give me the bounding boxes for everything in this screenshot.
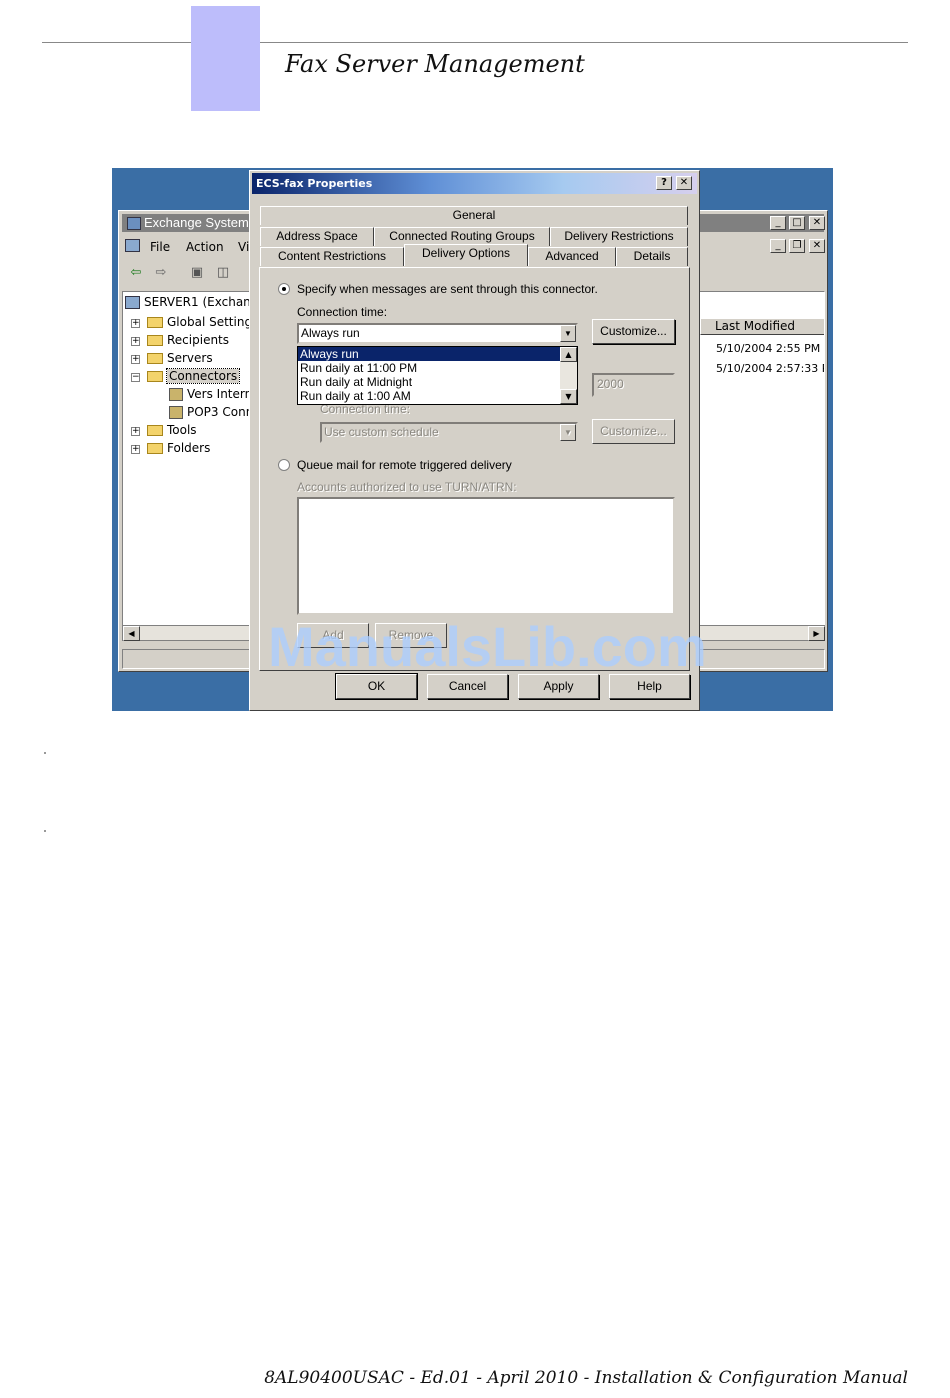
custom-schedule-select[interactable]: Use custom schedule ▼	[320, 422, 578, 443]
tree-item-servers[interactable]: Servers	[147, 350, 213, 366]
tab-address-space[interactable]: Address Space	[260, 227, 374, 246]
connection-time-label: Connection time:	[297, 305, 388, 319]
column-header-last-modified[interactable]: Last Modified	[700, 318, 824, 335]
expand-icon[interactable]: +	[131, 319, 140, 328]
dropdown-option[interactable]: Run daily at Midnight	[298, 375, 560, 389]
collapse-icon[interactable]: −	[131, 373, 140, 382]
scroll-left-icon[interactable]: ◀	[123, 626, 140, 641]
dropdown-option[interactable]: Run daily at 11:00 PM	[298, 361, 560, 375]
back-arrow-icon[interactable]: ⇦	[127, 265, 145, 281]
connection-time-select[interactable]: Always run ▼	[297, 323, 578, 344]
scroll-up-icon[interactable]: ▲	[560, 347, 577, 362]
tab-delivery-restrictions[interactable]: Delivery Restrictions	[550, 227, 688, 246]
tab-delivery-options[interactable]: Delivery Options	[404, 244, 528, 266]
tree-item-connectors[interactable]: Connectors	[147, 368, 241, 384]
folder-icon	[147, 353, 163, 364]
radio-queue-label: Queue mail for remote triggered delivery	[297, 458, 512, 472]
tree-item-global-settings[interactable]: Global Settings	[147, 314, 251, 330]
watermark: ManualsLib.com	[268, 615, 707, 678]
header-color-block	[191, 6, 260, 111]
connector-icon	[169, 388, 183, 401]
folder-icon	[147, 443, 163, 454]
show-hide-tree-icon[interactable]: ◫	[214, 265, 232, 281]
scroll-right-icon[interactable]: ▶	[808, 626, 825, 641]
dropdown-scrollbar[interactable]: ▲ ▼	[560, 347, 577, 404]
folder-icon	[147, 335, 163, 346]
tree-item-connector-2[interactable]: POP3 Conn	[169, 404, 251, 420]
server-icon	[125, 296, 140, 309]
dropdown-arrow-icon[interactable]: ▼	[560, 325, 576, 342]
forward-arrow-icon[interactable]: ⇨	[152, 265, 170, 281]
tab-advanced[interactable]: Advanced	[528, 247, 616, 266]
tree-item-tools[interactable]: Tools	[147, 422, 197, 438]
child-close-icon[interactable]: ✕	[809, 239, 825, 253]
page-footer: 8AL90400USAC - Ed.01 - April 2010 - Inst…	[264, 1368, 908, 1388]
close-icon[interactable]: ✕	[809, 216, 825, 230]
connection-time-dropdown-list: Always run Run daily at 11:00 PM Run dai…	[297, 346, 578, 405]
connector-icon	[169, 406, 183, 419]
customize-button[interactable]: Customize...	[592, 319, 675, 344]
details-list: Last Modified 5/10/2004 2:55 PM 5/10/200…	[699, 291, 825, 635]
header-rule	[42, 42, 908, 43]
dropdown-option[interactable]: Run daily at 1:00 AM	[298, 389, 560, 403]
up-folder-icon[interactable]: ▣	[188, 265, 206, 281]
open-folder-icon	[147, 371, 163, 382]
menu-file[interactable]: File	[150, 240, 170, 254]
accounts-label: Accounts authorized to use TURN/ATRN:	[297, 480, 517, 494]
tab-details[interactable]: Details	[616, 247, 688, 266]
radio-specify-label: Specify when messages are sent through t…	[297, 282, 598, 296]
menu-action[interactable]: Action	[186, 240, 224, 254]
child-restore-icon[interactable]: ❐	[789, 239, 805, 253]
accounts-listbox[interactable]	[297, 497, 675, 615]
page-dot	[44, 830, 46, 832]
minimize-icon[interactable]: _	[770, 216, 786, 230]
scroll-down-icon[interactable]: ▼	[560, 389, 577, 404]
console-tree: SERVER1 (Exchang + Global Settings + Rec…	[122, 291, 252, 635]
dropdown-option[interactable]: Always run	[298, 347, 560, 361]
console-icon	[125, 239, 140, 252]
expand-icon[interactable]: +	[131, 427, 140, 436]
help-icon[interactable]: ?	[656, 176, 672, 190]
page-title: Fax Server Management	[285, 50, 585, 78]
dropdown-arrow-icon[interactable]: ▼	[560, 424, 576, 441]
exchange-app-icon	[127, 217, 141, 230]
child-minimize-icon[interactable]: _	[770, 239, 786, 253]
size-limit-field[interactable]: 2000	[592, 373, 675, 397]
folder-icon	[147, 425, 163, 436]
menu-view[interactable]: Vi	[238, 240, 249, 254]
radio-queue-mail[interactable]	[278, 459, 290, 471]
list-item[interactable]: 5/10/2004 2:57:33 P	[716, 362, 824, 375]
tree-item-recipients[interactable]: Recipients	[147, 332, 229, 348]
radio-specify-schedule[interactable]	[278, 283, 290, 295]
mmc-title: Exchange System	[144, 215, 249, 230]
maximize-icon[interactable]: □	[789, 216, 805, 230]
tab-general[interactable]: General	[260, 206, 688, 225]
page-dot	[44, 752, 46, 754]
dialog-close-icon[interactable]: ✕	[676, 176, 692, 190]
expand-icon[interactable]: +	[131, 355, 140, 364]
tree-item-folders[interactable]: Folders	[147, 440, 210, 456]
dialog-titlebar: ECS-fax Properties ? ✕	[252, 173, 697, 194]
expand-icon[interactable]: +	[131, 445, 140, 454]
customize-button-2[interactable]: Customize...	[592, 419, 675, 444]
dialog-title: ECS-fax Properties	[256, 177, 373, 190]
expand-icon[interactable]: +	[131, 337, 140, 346]
tree-item-connector-1[interactable]: Vers Intern	[169, 386, 251, 402]
list-item[interactable]: 5/10/2004 2:55 PM	[716, 342, 820, 355]
tree-root[interactable]: SERVER1 (Exchang	[125, 294, 251, 310]
tab-content-restrictions[interactable]: Content Restrictions	[260, 247, 404, 266]
folder-icon	[147, 317, 163, 328]
